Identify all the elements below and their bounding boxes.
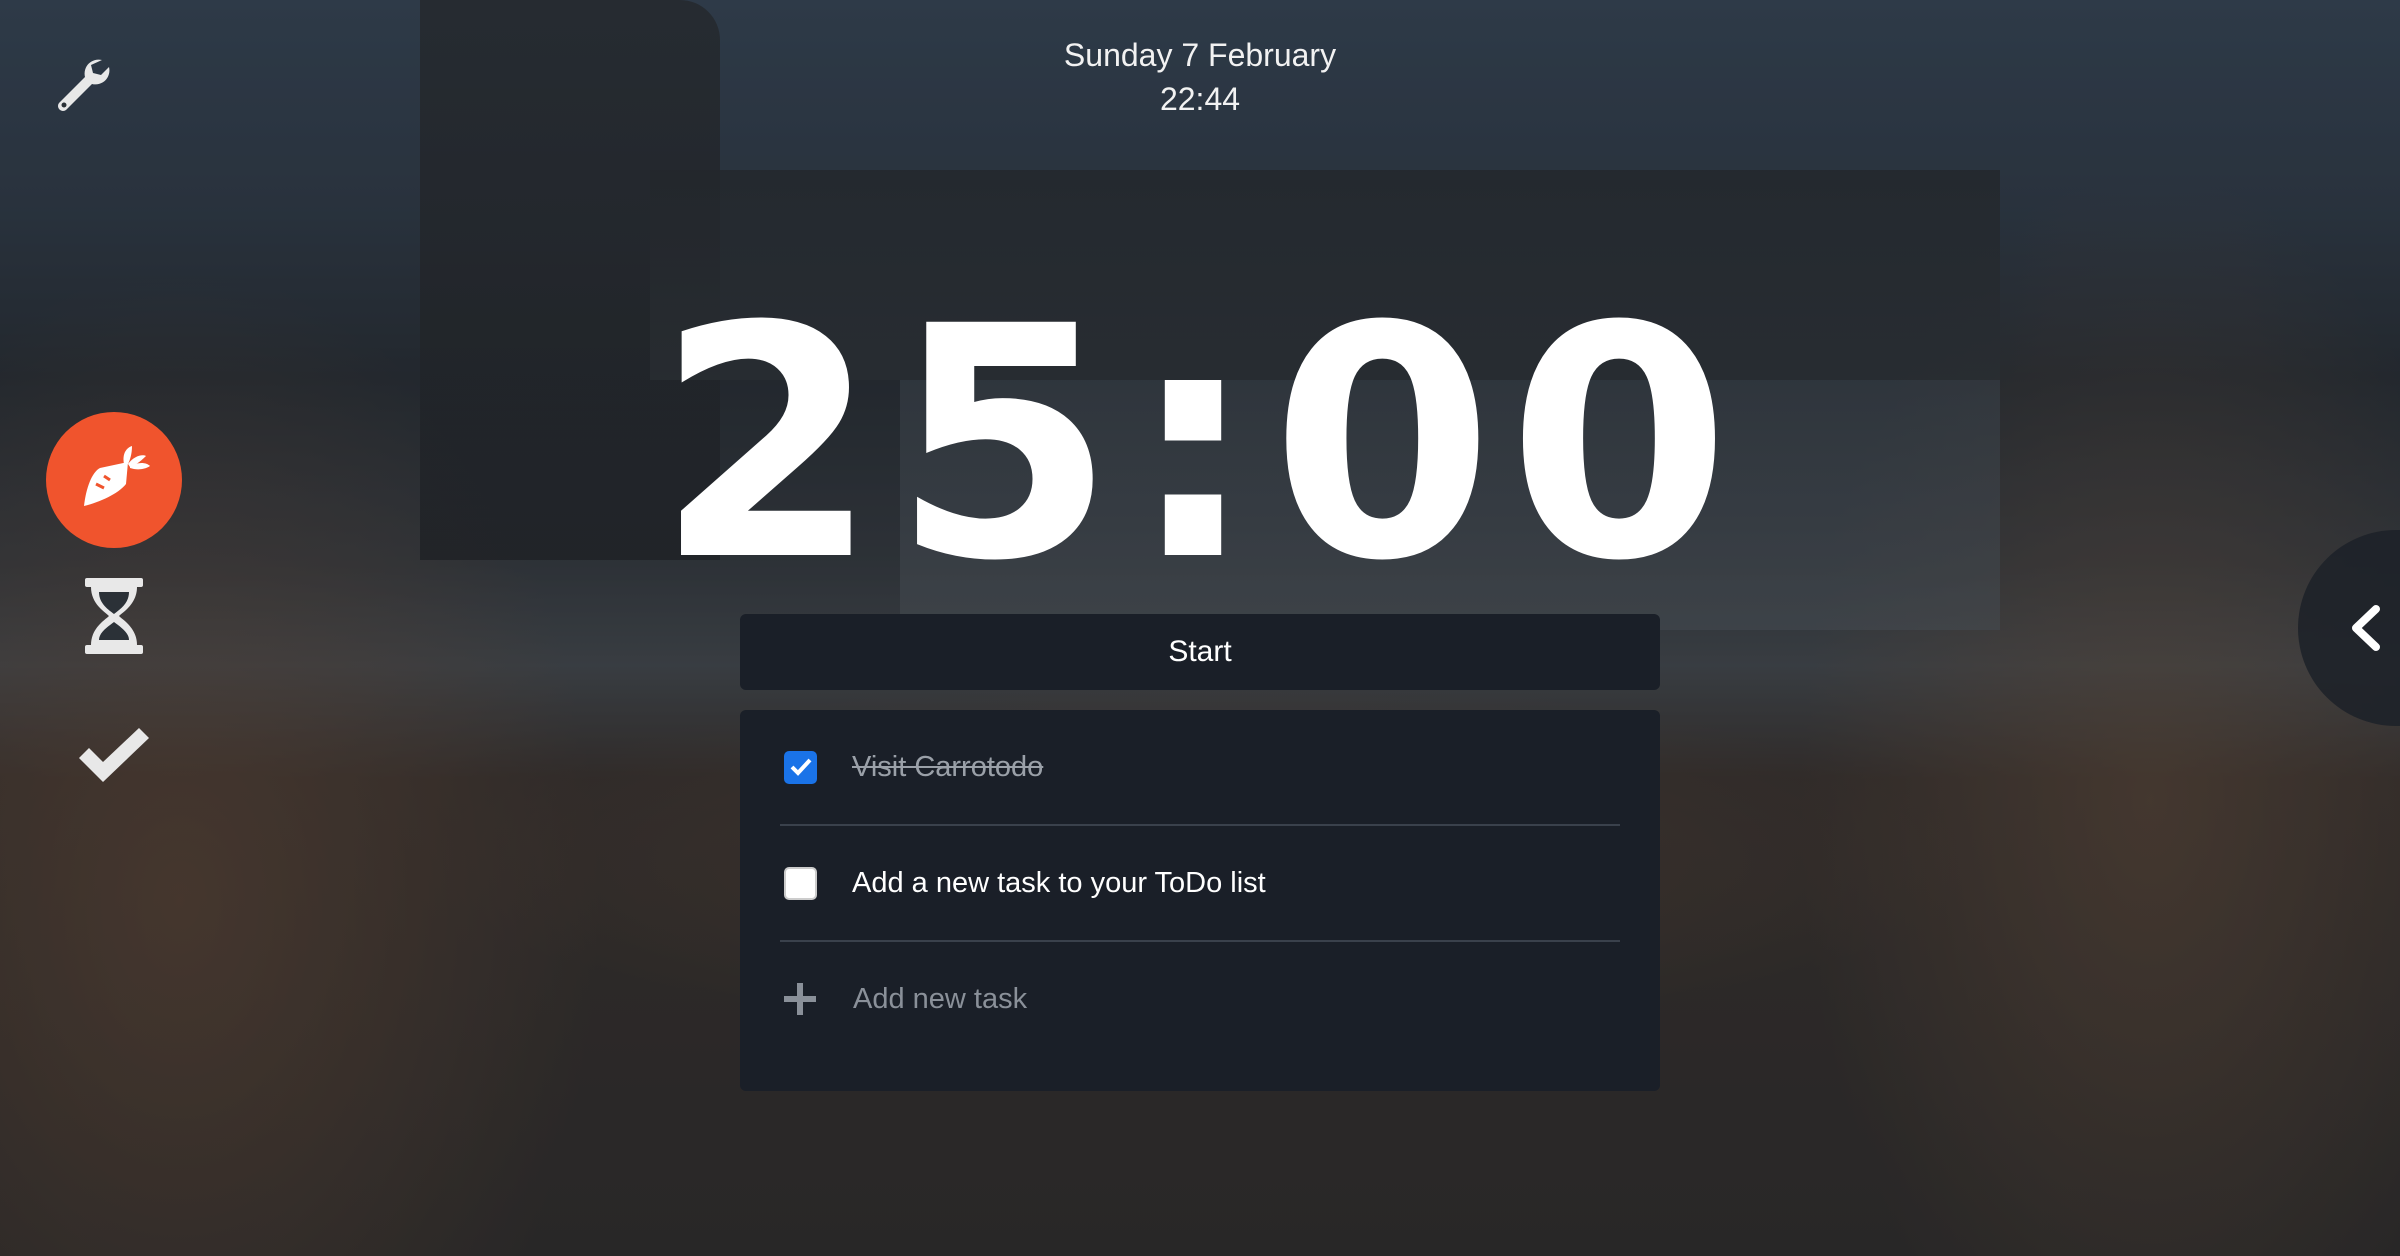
settings-button[interactable] <box>54 56 112 114</box>
start-button[interactable]: Start <box>740 614 1660 690</box>
add-task-input[interactable]: Add new task <box>853 983 1027 1016</box>
timer-display: 25:00 <box>655 259 1745 631</box>
add-task-row[interactable]: Add new task <box>780 942 1620 1056</box>
todo-panel: Visit Carrotodo Add a new task to your T… <box>740 710 1660 1091</box>
todo-checkbox[interactable] <box>784 866 817 900</box>
todo-item: Add a new task to your ToDo list <box>780 826 1620 942</box>
nav-item-tasks[interactable] <box>46 696 182 816</box>
chevron-left-icon <box>2352 605 2380 651</box>
wrench-icon <box>58 59 110 111</box>
todo-item-text[interactable]: Visit Carrotodo <box>852 751 1043 784</box>
checkmark-icon <box>79 728 149 782</box>
date-text: Sunday 7 February <box>1063 37 1337 73</box>
plus-icon <box>784 983 816 1015</box>
check-icon <box>790 758 811 776</box>
todo-item: Visit Carrotodo <box>780 710 1620 826</box>
time-text: 22:44 <box>1159 81 1241 117</box>
todo-item-text[interactable]: Add a new task to your ToDo list <box>852 867 1266 900</box>
datetime-display: Sunday 7 February 22:44 <box>0 33 2400 121</box>
todo-checkbox[interactable] <box>784 750 817 784</box>
